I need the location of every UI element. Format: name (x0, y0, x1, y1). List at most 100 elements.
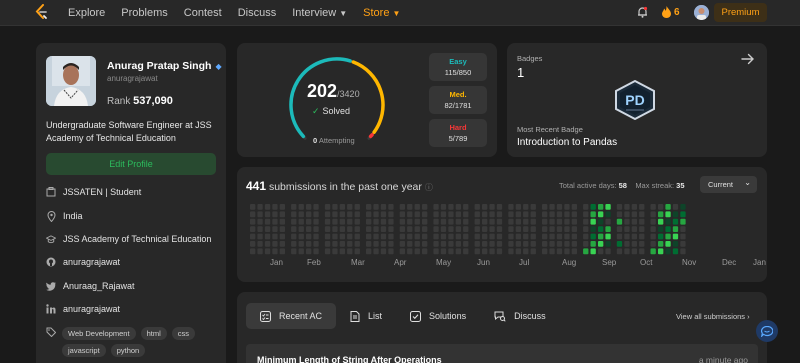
heatmap-cell[interactable] (489, 226, 495, 232)
heatmap-cell[interactable] (605, 218, 611, 225)
heatmap-cell[interactable] (291, 218, 297, 225)
arrow-right-icon[interactable] (741, 53, 755, 65)
heatmap-cell[interactable] (250, 204, 256, 210)
heatmap-cell[interactable] (388, 211, 394, 218)
list-item[interactable]: Minimum Length of String After Operation… (246, 344, 758, 363)
heatmap-cell[interactable] (463, 248, 469, 255)
heatmap-cell[interactable] (571, 241, 578, 247)
heatmap-cell[interactable] (433, 241, 439, 247)
heatmap-cell[interactable] (324, 248, 331, 255)
heatmap-cell[interactable] (339, 211, 346, 218)
heatmap-cell[interactable] (463, 211, 469, 218)
heatmap-cell[interactable] (272, 226, 278, 232)
heatmap-cell[interactable] (306, 204, 312, 210)
heatmap-cell[interactable] (508, 204, 514, 210)
heatmap-cell[interactable] (489, 218, 495, 225)
heatmap-cell[interactable] (373, 241, 379, 247)
heatmap-cell[interactable] (530, 241, 536, 247)
heatmap-cell[interactable] (422, 204, 428, 210)
heatmap-cell[interactable] (665, 226, 671, 232)
heatmap-cell[interactable] (571, 248, 578, 255)
heatmap-cell[interactable] (571, 218, 578, 225)
heatmap-cell[interactable] (324, 233, 331, 240)
heatmap-cell[interactable] (414, 218, 420, 225)
bell-icon[interactable] (637, 6, 648, 18)
heatmap-cell[interactable] (482, 226, 488, 232)
heatmap-cell[interactable] (272, 233, 278, 240)
heatmap-cell[interactable] (448, 204, 454, 210)
heatmap-cell[interactable] (556, 218, 563, 225)
heatmap-cell[interactable] (530, 218, 536, 225)
heatmap-cell[interactable] (515, 233, 522, 240)
heatmap-cell[interactable] (590, 233, 596, 240)
heatmap-cell[interactable] (388, 248, 394, 255)
chat-support-button[interactable] (756, 320, 778, 342)
heatmap-cell[interactable] (523, 204, 529, 210)
heatmap-cell[interactable] (440, 248, 447, 255)
heatmap-cell[interactable] (556, 241, 563, 247)
heatmap-cell[interactable] (556, 226, 563, 232)
heatmap-cell[interactable] (366, 204, 372, 210)
heatmap-cell[interactable] (332, 218, 338, 225)
heatmap-cell[interactable] (339, 248, 346, 255)
heatmap-cell[interactable] (339, 226, 346, 232)
heatmap-cell[interactable] (616, 241, 623, 247)
heatmap-cell[interactable] (672, 211, 679, 218)
heatmap-cell[interactable] (291, 248, 297, 255)
heatmap-cell[interactable] (455, 218, 462, 225)
heatmap-cell[interactable] (680, 233, 686, 240)
skill-tag[interactable]: Web Development (62, 327, 136, 340)
heatmap-cell[interactable] (366, 248, 372, 255)
heatmap-cell[interactable] (291, 226, 297, 232)
heatmap-cell[interactable] (298, 233, 304, 240)
heatmap-cell[interactable] (257, 218, 263, 225)
heatmap-cell[interactable] (440, 233, 447, 240)
heatmap-cell[interactable] (455, 204, 462, 210)
heatmap-cell[interactable] (583, 204, 589, 210)
heatmap-cell[interactable] (680, 211, 686, 218)
heatmap-cell[interactable] (583, 218, 589, 225)
heatmap-cell[interactable] (590, 218, 596, 225)
heatmap-cell[interactable] (549, 233, 555, 240)
heatmap-cell[interactable] (542, 241, 548, 247)
heatmap-cell[interactable] (605, 204, 611, 210)
heatmap-cell[interactable] (373, 226, 379, 232)
heatmap-cell[interactable] (598, 218, 604, 225)
heatmap-cell[interactable] (639, 241, 645, 247)
medium-stat[interactable]: Med. 82/1781 (429, 86, 487, 114)
heatmap-cell[interactable] (680, 241, 686, 247)
heatmap-cell[interactable] (399, 233, 406, 240)
leetcode-logo-icon[interactable] (34, 4, 48, 20)
heatmap-cell[interactable] (672, 218, 679, 225)
heatmap-cell[interactable] (407, 233, 413, 240)
heatmap-cell[interactable] (399, 226, 406, 232)
heatmap-cell[interactable] (564, 204, 570, 210)
heatmap-cell[interactable] (407, 226, 413, 232)
heatmap-cell[interactable] (672, 248, 679, 255)
heatmap-cell[interactable] (347, 204, 353, 210)
heatmap-cell[interactable] (639, 211, 645, 218)
heatmap-cell[interactable] (250, 241, 256, 247)
heatmap-cell[interactable] (264, 233, 271, 240)
heatmap-cell[interactable] (407, 241, 413, 247)
heatmap-cell[interactable] (515, 211, 522, 218)
heatmap-cell[interactable] (665, 241, 671, 247)
nav-interview[interactable]: Interview ▼ (292, 7, 347, 19)
info-icon[interactable]: ⓘ (425, 183, 433, 192)
heatmap-cell[interactable] (407, 248, 413, 255)
heatmap-cell[interactable] (354, 204, 360, 210)
heatmap-cell[interactable] (672, 204, 679, 210)
heatmap-cell[interactable] (422, 211, 428, 218)
heatmap-cell[interactable] (422, 226, 428, 232)
heatmap-cell[interactable] (264, 211, 271, 218)
heatmap-cell[interactable] (542, 248, 548, 255)
heatmap-cell[interactable] (523, 211, 529, 218)
heatmap-cell[interactable] (665, 233, 671, 240)
heatmap-cell[interactable] (482, 211, 488, 218)
tab-discuss[interactable]: Discuss (480, 303, 560, 329)
heatmap-cell[interactable] (489, 233, 495, 240)
heatmap-cell[interactable] (658, 204, 664, 210)
heatmap-cell[interactable] (279, 211, 286, 218)
heatmap-cell[interactable] (298, 218, 304, 225)
heatmap-cell[interactable] (650, 218, 656, 225)
